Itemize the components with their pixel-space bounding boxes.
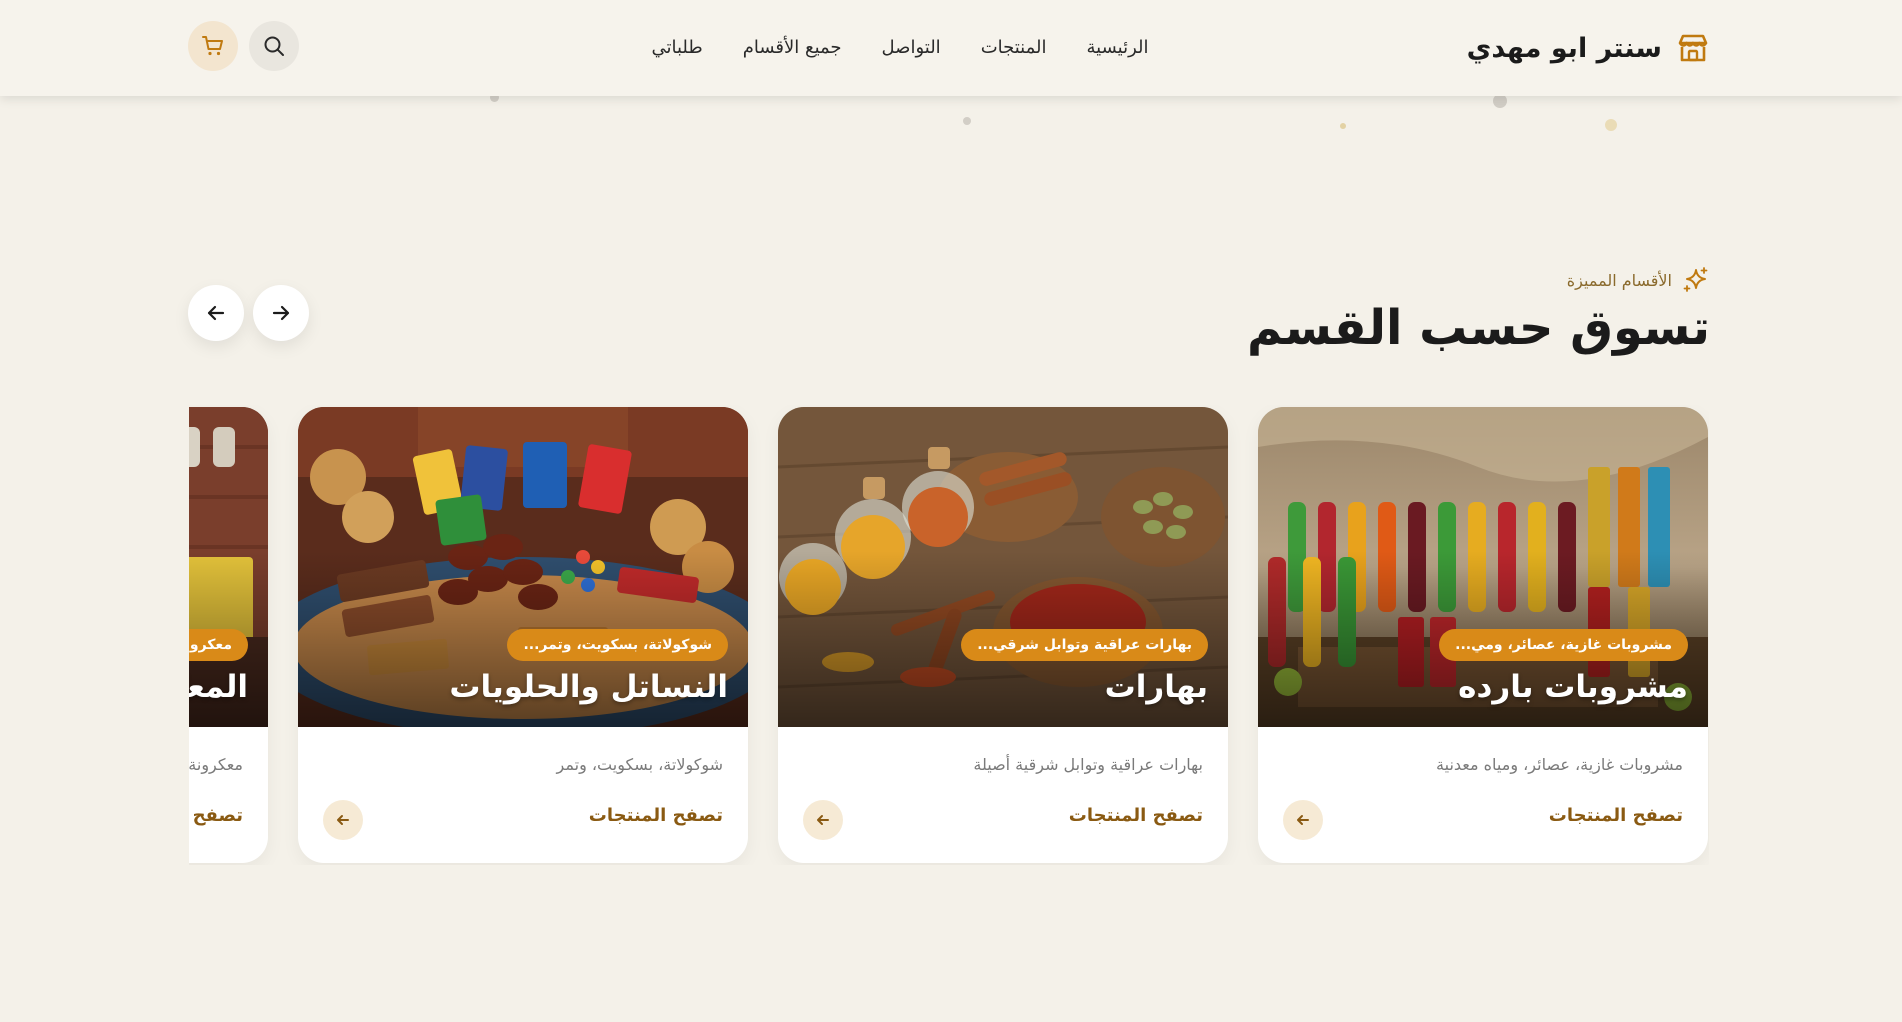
arrow-left-icon (337, 815, 349, 825)
carousel-prev-button[interactable] (188, 285, 244, 341)
arrow-left-icon (207, 305, 225, 321)
nav-link-home[interactable]: الرئيسية (1087, 37, 1149, 58)
store-icon (1678, 34, 1708, 62)
category-description: شوكولاتة، بسكويت، وتمر (556, 755, 723, 774)
section-eyebrow-label: الأقسام المميزة (1566, 270, 1672, 290)
sparkle-icon (1683, 267, 1708, 292)
category-description: مشروبات غازية، عصائر، ومياه معدنية (1436, 755, 1683, 774)
card-arrow-button[interactable] (803, 800, 843, 840)
browse-products-link[interactable]: تصفح المنتجات (1069, 805, 1203, 826)
search-button[interactable] (249, 21, 299, 71)
decorative-dot (1605, 119, 1617, 131)
category-title: النساتل والحلويات (449, 669, 728, 705)
category-card-pasta[interactable]: معكرونة... المعكرونة معكرونة تصفح المنتج… (189, 407, 268, 863)
category-title: المعكرونة (189, 669, 248, 705)
category-card-spices[interactable]: بهارات عراقية وتوابل شرقي... بهارات بهار… (778, 407, 1228, 863)
category-carousel: مشروبات غازية، عصائر، ومي... مشروبات بار… (189, 405, 1709, 865)
arrow-right-icon (272, 305, 290, 321)
card-arrow-button[interactable] (1283, 800, 1323, 840)
nav-link-my-orders[interactable]: طلباتي (652, 37, 703, 58)
category-card-snacks-sweets[interactable]: شوكولاتة، بسكويت، وتمر... النساتل والحلو… (298, 407, 748, 863)
brand[interactable]: سنتر ابو مهدي (1467, 26, 1710, 70)
site-header: سنتر ابو مهدي الرئيسية المنتجات التواصل … (0, 0, 1902, 96)
category-card-cold-drinks[interactable]: مشروبات غازية، عصائر، ومي... مشروبات بار… (1258, 407, 1708, 863)
category-title: بهارات (1104, 669, 1208, 705)
nav-link-all-categories[interactable]: جميع الأقسام (743, 37, 842, 58)
category-badge: شوكولاتة، بسكويت، وتمر... (507, 629, 728, 661)
browse-products-link[interactable]: تصفح المنتجات (589, 805, 723, 826)
section-eyebrow: الأقسام المميزة (1567, 265, 1710, 295)
nav-link-products[interactable]: المنتجات (981, 37, 1047, 58)
category-description: معكرونة (189, 755, 243, 774)
arrow-left-icon (1297, 815, 1309, 825)
cart-icon (202, 36, 223, 56)
section-title: تسوق حسب القسم (1246, 300, 1710, 356)
decorative-dot (963, 117, 971, 125)
search-icon (264, 36, 284, 56)
category-badge: معكرونة... (189, 629, 248, 661)
decorative-dot (1493, 94, 1507, 108)
decorative-dot (1340, 123, 1346, 129)
main-nav: الرئيسية المنتجات التواصل جميع الأقسام ط… (600, 30, 1200, 64)
card-arrow-button[interactable] (323, 800, 363, 840)
category-title: مشروبات بارده (1458, 669, 1688, 705)
category-description: بهارات عراقية وتوابل شرقية أصيلة (973, 755, 1203, 774)
cart-button[interactable] (188, 21, 238, 71)
browse-products-link[interactable]: تصفح المنتجات (189, 805, 243, 826)
category-badge: بهارات عراقية وتوابل شرقي... (961, 629, 1208, 661)
carousel-next-button[interactable] (253, 285, 309, 341)
nav-link-contact[interactable]: التواصل (882, 37, 941, 58)
category-badge: مشروبات غازية، عصائر، ومي... (1439, 629, 1688, 661)
brand-name: سنتر ابو مهدي (1466, 32, 1662, 64)
arrow-left-icon (817, 815, 829, 825)
browse-products-link[interactable]: تصفح المنتجات (1549, 805, 1683, 826)
